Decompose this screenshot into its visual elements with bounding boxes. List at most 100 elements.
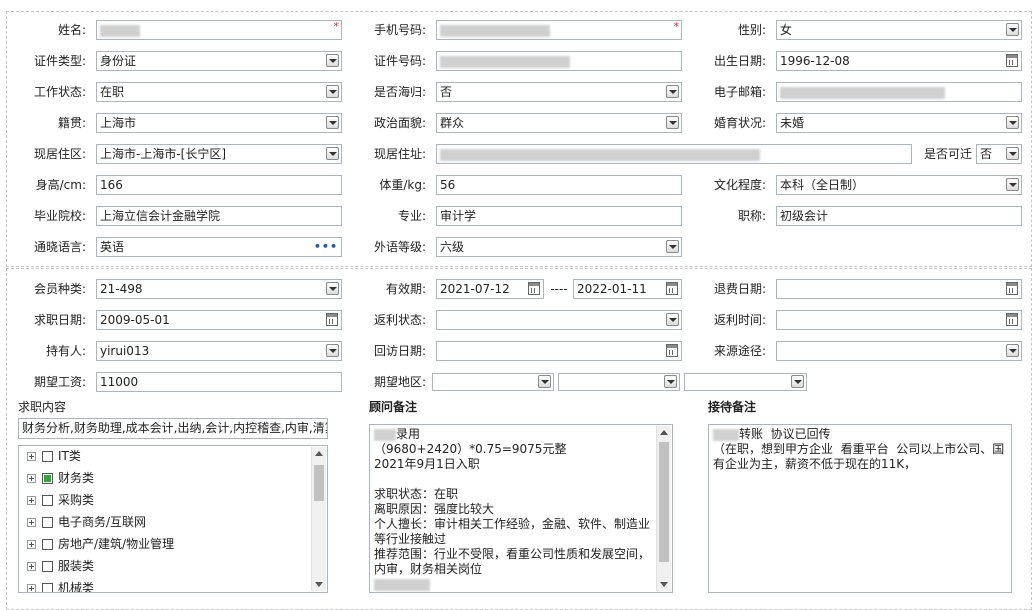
tree-item[interactable]: IT类 <box>27 446 81 466</box>
chevron-down-icon[interactable] <box>1006 344 1019 357</box>
job-date-input[interactable]: 2009-05-01 <box>96 310 342 330</box>
more-options-icon[interactable]: ••• <box>314 241 338 253</box>
chevron-down-icon[interactable] <box>1006 178 1019 191</box>
job-category-tree[interactable]: IT类 财务类 采购类 电子商务/互联网 房地产/建筑/物业管理服装类机械类 <box>18 445 328 593</box>
category-checkbox[interactable] <box>42 495 53 506</box>
expand-icon[interactable] <box>27 518 36 527</box>
residence-address-input[interactable] <box>436 144 912 164</box>
valid-end-input[interactable]: 2022-01-11 <box>573 279 682 299</box>
category-checkbox[interactable] <box>42 517 53 528</box>
category-checkbox[interactable] <box>42 473 53 484</box>
birth-date-input[interactable]: 1996-12-08 <box>776 51 1022 71</box>
id-number-input[interactable] <box>436 51 682 71</box>
tree-item-label: 服装类 <box>58 559 95 573</box>
expand-icon[interactable] <box>27 474 36 483</box>
member-type-select[interactable]: 21-498 <box>96 279 342 299</box>
chevron-down-icon[interactable] <box>791 375 804 388</box>
job-content-summary-input[interactable]: 财务分析,财务助理,成本会计,出纳,会计,内控稽查,内审,清算 <box>18 418 328 439</box>
scroll-thumb[interactable] <box>314 465 324 501</box>
gender-select[interactable]: 女 <box>776 20 1022 40</box>
returnee-select[interactable]: 否 <box>436 82 682 102</box>
chevron-down-icon[interactable] <box>326 116 339 129</box>
weight-input[interactable]: 56 <box>436 175 682 195</box>
relocate-select[interactable]: 否 <box>976 144 1022 164</box>
tree-item[interactable]: 采购类 <box>27 490 94 510</box>
school-input[interactable]: 上海立信会计金融学院 <box>96 206 342 226</box>
expand-icon[interactable] <box>27 562 36 571</box>
residence-area-select[interactable]: 上海市-上海市-[长宁区] <box>96 144 342 164</box>
region-province-select[interactable] <box>432 373 554 391</box>
chevron-down-icon[interactable] <box>1006 23 1019 36</box>
tree-item[interactable]: 机械类 <box>27 578 94 592</box>
tree-item[interactable]: 服装类 <box>27 556 94 576</box>
expand-icon[interactable] <box>27 452 36 461</box>
holder-select[interactable]: yirui013 <box>96 341 342 361</box>
chevron-down-icon[interactable] <box>1006 116 1019 129</box>
chevron-down-icon[interactable] <box>666 313 679 326</box>
scroll-down-icon[interactable] <box>315 582 323 587</box>
political-select[interactable]: 群众 <box>436 113 682 133</box>
category-checkbox[interactable] <box>42 451 53 462</box>
category-checkbox[interactable] <box>42 583 53 592</box>
chevron-down-icon[interactable] <box>666 85 679 98</box>
chevron-down-icon[interactable] <box>326 85 339 98</box>
calendar-icon[interactable] <box>326 313 338 326</box>
chevron-down-icon[interactable] <box>538 375 551 388</box>
email-input[interactable] <box>776 82 1022 102</box>
calendar-icon[interactable] <box>1006 282 1018 295</box>
language-input[interactable]: 英语 ••• <box>96 237 342 257</box>
region-district-select[interactable] <box>684 373 807 391</box>
tree-item[interactable]: 财务类 <box>27 468 94 488</box>
mobile-input[interactable]: * <box>436 20 682 40</box>
scroll-up-icon[interactable] <box>315 451 323 456</box>
expand-icon[interactable] <box>27 540 36 549</box>
expand-icon[interactable] <box>27 496 36 505</box>
chevron-down-icon[interactable] <box>664 375 677 388</box>
lang-level-select[interactable]: 六级 <box>436 237 682 257</box>
tree-item[interactable]: 电子商务/互联网 <box>27 512 146 532</box>
name-input[interactable]: * <box>96 20 342 40</box>
chevron-down-icon[interactable] <box>1006 147 1019 160</box>
calendar-icon[interactable] <box>1006 54 1018 67</box>
calendar-icon[interactable] <box>666 344 678 357</box>
education-select[interactable]: 本科（全日制） <box>776 175 1022 195</box>
valid-start-input[interactable]: 2021-07-12 <box>436 279 544 299</box>
scroll-down-icon[interactable] <box>660 582 668 587</box>
salary-input[interactable]: 11000 <box>96 372 342 392</box>
calendar-icon[interactable] <box>666 282 678 295</box>
rebate-status-select[interactable] <box>436 310 682 330</box>
language-label: 通晓语言: <box>33 240 86 254</box>
calendar-icon[interactable] <box>1006 313 1018 326</box>
rebate-time-input[interactable] <box>776 310 1022 330</box>
tree-scrollbar[interactable] <box>311 447 326 591</box>
advisor-notes-scrollbar[interactable] <box>656 426 671 591</box>
major-input[interactable]: 审计学 <box>436 206 682 226</box>
visit-date-input[interactable] <box>436 341 682 361</box>
source-select[interactable] <box>776 341 1022 361</box>
reception-notes-textarea[interactable]: 转账 协议已回传 （在职，想到甲方企业 看重平台 公司以上市公司、国有企业为主，… <box>708 424 1012 593</box>
category-checkbox[interactable] <box>42 561 53 572</box>
region-city-select[interactable] <box>558 373 680 391</box>
calendar-icon[interactable] <box>528 282 540 295</box>
native-place-select[interactable]: 上海市 <box>96 113 342 133</box>
advisor-notes-textarea[interactable]: 录用 （9680+2420）*0.75=9075元整 2021年9月1日入职 求… <box>369 424 673 593</box>
title-label: 职称: <box>737 209 766 223</box>
expand-icon[interactable] <box>27 584 36 592</box>
title-input[interactable]: 初级会计 <box>776 206 1022 226</box>
chevron-down-icon[interactable] <box>326 147 339 160</box>
chevron-down-icon[interactable] <box>326 54 339 67</box>
scroll-thumb[interactable] <box>659 442 669 562</box>
chevron-down-icon[interactable] <box>666 116 679 129</box>
height-input[interactable]: 166 <box>96 175 342 195</box>
chevron-down-icon[interactable] <box>326 344 339 357</box>
required-asterisk: * <box>333 20 340 33</box>
scroll-up-icon[interactable] <box>660 430 668 435</box>
id-type-select[interactable]: 身份证 <box>96 51 342 71</box>
tree-item[interactable]: 房地产/建筑/物业管理 <box>27 534 174 554</box>
chevron-down-icon[interactable] <box>326 282 339 295</box>
work-status-select[interactable]: 在职 <box>96 82 342 102</box>
marital-select[interactable]: 未婚 <box>776 113 1022 133</box>
category-checkbox[interactable] <box>42 539 53 550</box>
refund-date-input[interactable] <box>776 279 1022 299</box>
chevron-down-icon[interactable] <box>666 240 679 253</box>
